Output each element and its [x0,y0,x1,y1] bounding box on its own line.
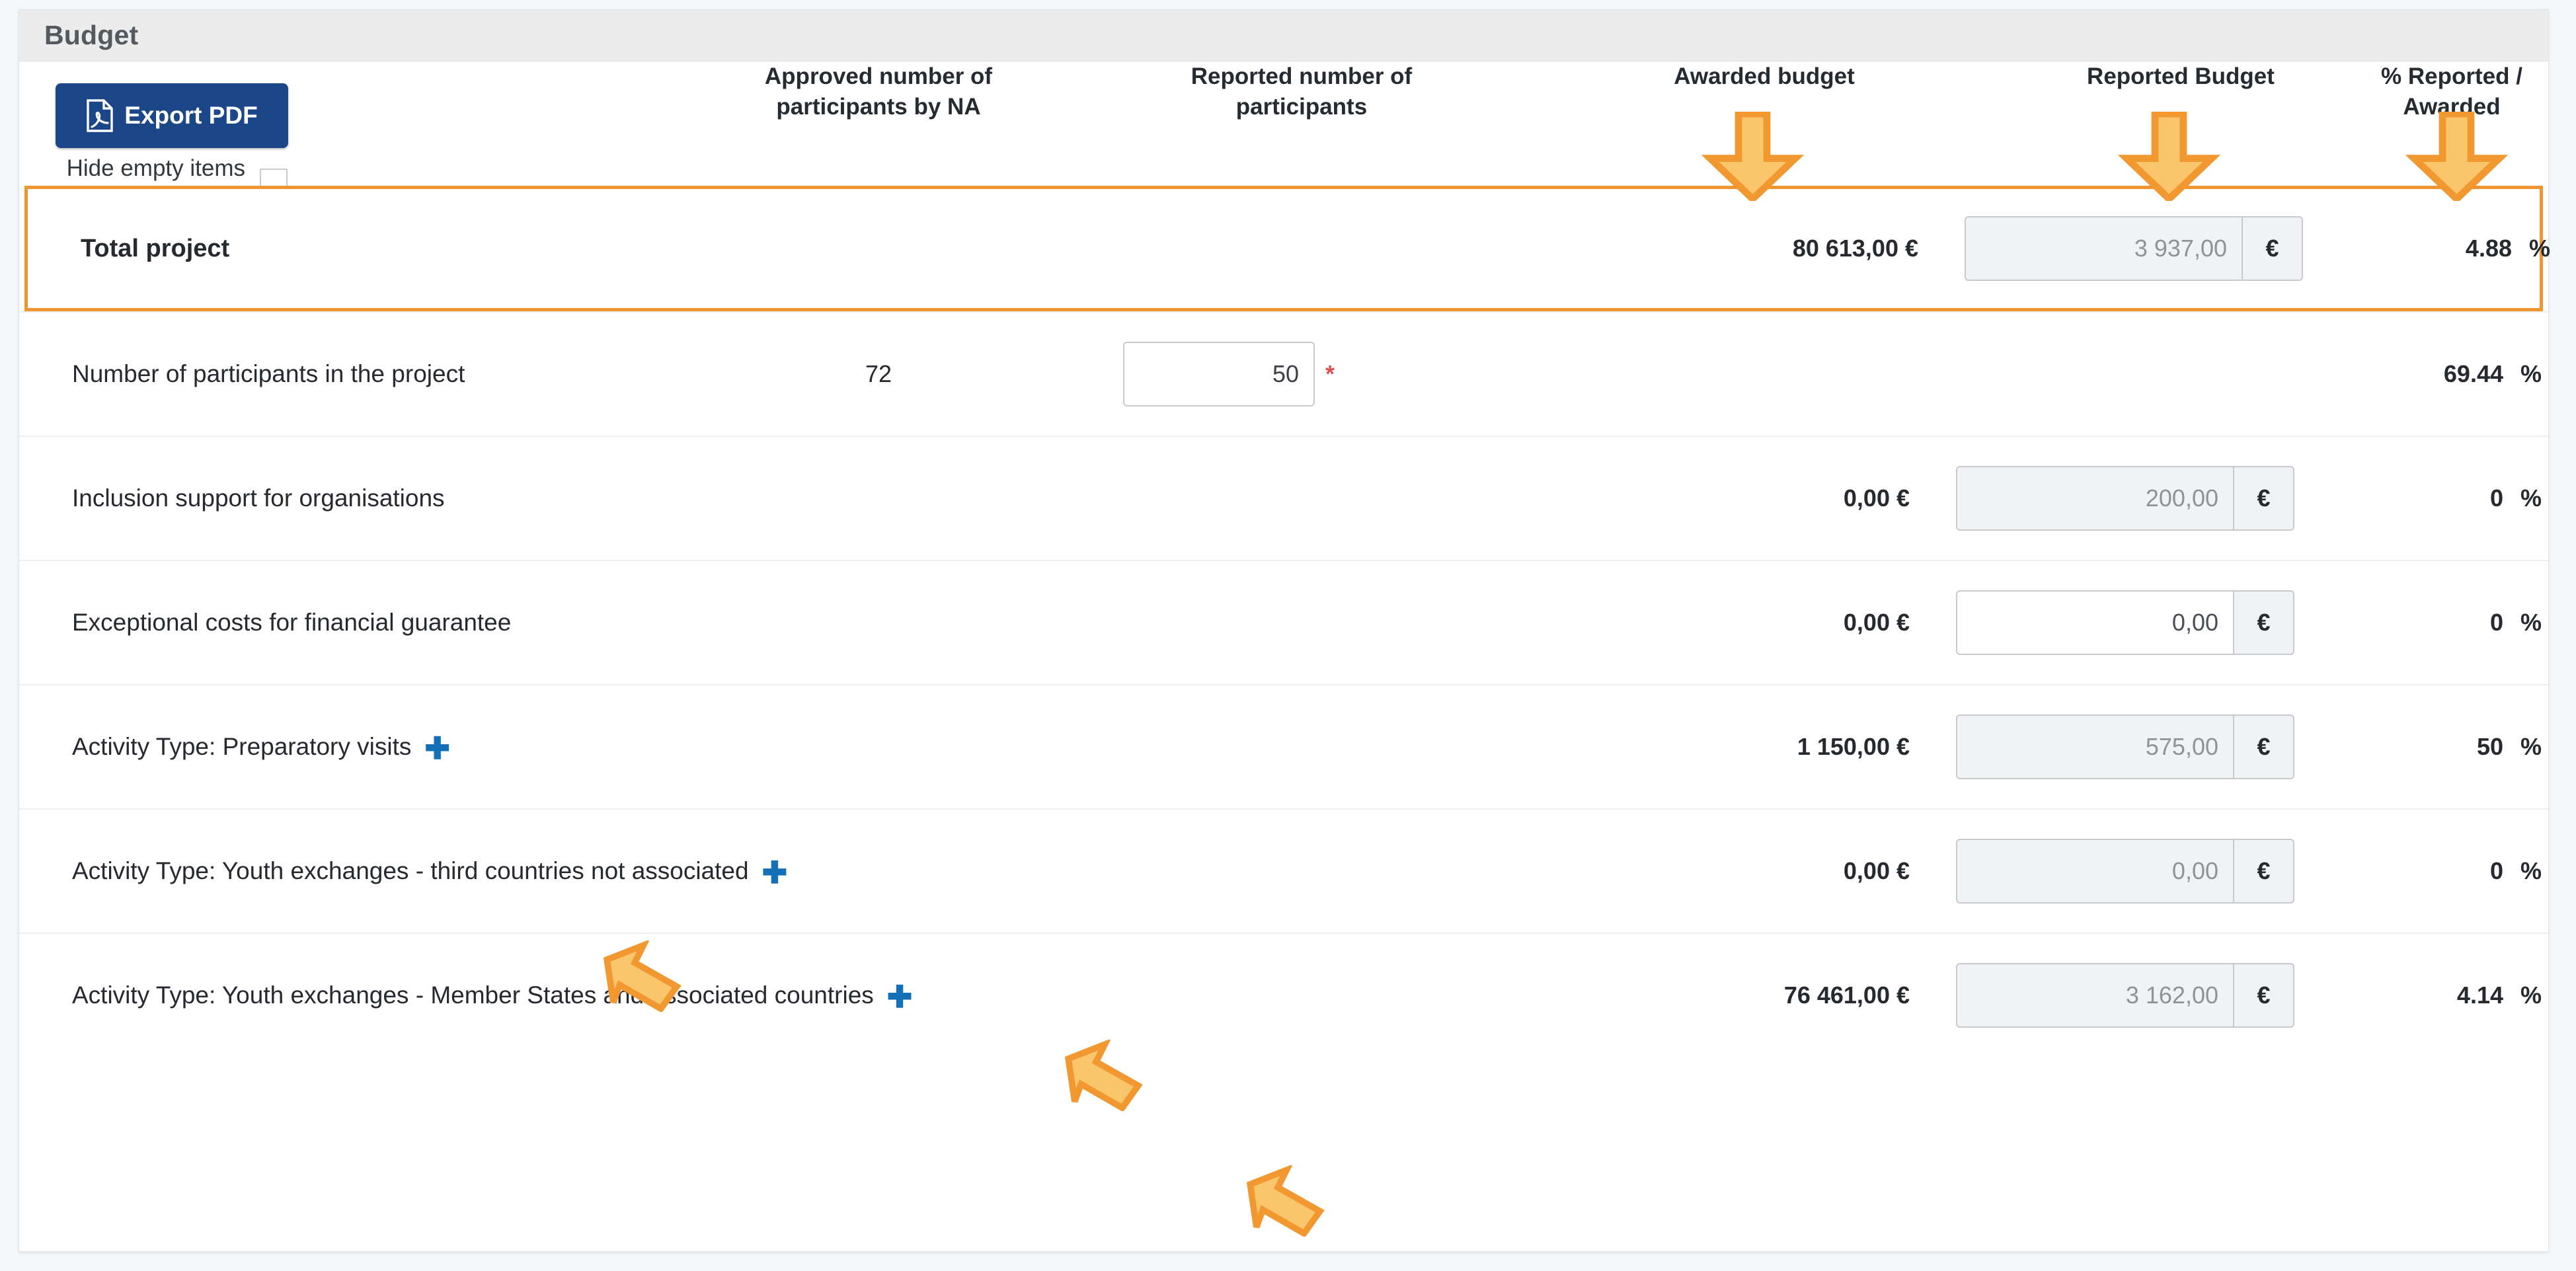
percent-sign: % [2520,857,2542,884]
row-label-text: Exceptional costs for financial guarante… [72,609,512,636]
reported-budget-input[interactable] [1965,216,2242,281]
reported-budget-input[interactable] [1956,714,2234,779]
reported-budget-input[interactable] [1956,466,2234,531]
percent-sign: % [2529,235,2551,262]
pct-value: 0 [2489,484,2503,512]
percent-sign: % [2520,982,2542,1009]
row-label-text: Inclusion support for organisations [72,484,445,512]
cell-awarded-budget: 0,00 € [1843,609,1910,636]
page-title: Budget [44,20,139,50]
pct-value: 0 [2489,857,2503,884]
row-label-text: Activity Type: Preparatory visits [72,733,412,760]
cell-pct-reported-awarded: 4.88% [2341,235,2559,262]
column-header-reported-participants: Reported number of participants [1190,63,1413,120]
cell-reported-budget: € [1956,839,2326,904]
cell-reported-budget: € [1956,963,2326,1028]
euro-currency-addon: € [2234,590,2294,655]
cell-awarded-budget: 0,00 € [1843,484,1910,512]
cell-approved-participants: 72 [865,360,892,387]
reported-budget-input[interactable] [1956,590,2234,655]
cell-awarded-budget: 80 613,00 € [1792,235,1918,262]
table-row: Inclusion support for organisations 0,00 … [19,436,2548,560]
panel-header: Budget [19,10,2548,61]
euro-currency-addon: € [2234,714,2294,779]
column-header-pct-reported-awarded: % Reported / Awarded [2381,63,2522,120]
table-row: Number of participants in the project 72 *… [19,311,2548,436]
column-header-awarded-budget: Awarded budget [1674,63,1855,89]
row-label-text: Activity Type: Youth exchanges - third c… [72,857,749,884]
euro-currency-addon: € [2234,963,2294,1028]
cell-awarded-budget: 76 461,00 € [1783,982,1910,1009]
arrow-add-youth-member-states [1245,1164,1325,1240]
panel-body: Export PDF Hide empty items Approved num… [19,61,2550,1251]
percent-sign: % [2520,609,2542,636]
table-row: Total project 80 613,00 € €4.88% [24,186,2550,311]
add-row-plus-icon[interactable]: ✚ [887,982,913,1012]
export-pdf-button[interactable]: Export PDF [56,83,288,148]
percent-sign: % [2520,360,2542,387]
row-label: Number of participants in the project [72,360,465,388]
cell-reported-participants: * [1123,342,1493,406]
cell-awarded-budget: 0,00 € [1843,857,1910,884]
row-label: Activity Type: Preparatory visits ✚ [72,732,450,763]
pdf-file-icon [87,99,113,132]
pct-value: 50 [2476,733,2503,760]
row-label-text: Activity Type: Youth exchanges - Member … [72,982,874,1009]
reported-budget-input-group: € [1956,714,2313,779]
euro-currency-addon: € [2242,216,2303,281]
cell-awarded-budget: 1 150,00 € [1797,733,1910,760]
reported-budget-input-group: € [1956,590,2313,655]
export-pdf-label: Export PDF [124,102,258,129]
percent-sign: % [2520,733,2542,760]
table-row: Activity Type: Youth exchanges - Member … [19,933,2548,1057]
required-marker: * [1325,360,1335,387]
add-row-plus-icon[interactable]: ✚ [762,857,788,888]
row-label: Exceptional costs for financial guarante… [72,609,511,636]
budget-rows: Total project80 613,00 €€4.88%Number of … [19,186,2550,1057]
reported-budget-input[interactable] [1956,963,2234,1028]
row-label: Inclusion support for organisations [72,484,445,512]
budget-panel: Budget Export PDF Hide empty items Appro… [19,9,2550,1252]
pct-value: 0 [2489,609,2503,636]
cell-pct-reported-awarded: 0% [2333,484,2551,512]
cell-pct-reported-awarded: 50% [2333,733,2551,761]
column-header-approved-participants: Approved number of participants by NA [764,63,993,120]
pct-value: 4.88 [2465,235,2512,262]
row-label-text: Number of participants in the project [72,360,465,387]
row-label: Total project [81,235,229,263]
cell-reported-budget: € [1956,590,2326,655]
row-label-text: Total project [81,234,230,262]
table-row: Activity Type: Preparatory visits ✚ 1 150,… [19,684,2548,808]
add-row-plus-icon[interactable]: ✚ [424,733,450,763]
table-row: Exceptional costs for financial guarante… [19,560,2548,684]
cell-pct-reported-awarded: 0% [2333,857,2551,885]
reported-budget-input-group: € [1965,216,2322,281]
column-header-reported-budget: Reported Budget [2087,63,2275,89]
euro-currency-addon: € [2234,839,2294,904]
reported-budget-input-group: € [1956,839,2313,904]
reported-budget-input-group: € [1956,466,2313,531]
cell-pct-reported-awarded: 0% [2333,609,2551,636]
cell-reported-budget: € [1956,466,2326,531]
reported-participants-input[interactable] [1123,342,1315,406]
cell-pct-reported-awarded: 69.44% [2333,360,2551,388]
reported-budget-input-group: € [1956,963,2313,1028]
cell-pct-reported-awarded: 4.14% [2333,982,2551,1009]
table-row: Activity Type: Youth exchanges - third c… [19,808,2548,933]
cell-reported-budget: € [1965,216,2335,281]
cell-reported-budget: € [1956,714,2326,779]
pct-value: 69.44 [2443,360,2503,387]
euro-currency-addon: € [2234,466,2294,531]
reported-budget-input[interactable] [1956,839,2234,904]
percent-sign: % [2520,484,2542,512]
row-label: Activity Type: Youth exchanges - third c… [72,856,788,888]
hide-empty-items-label: Hide empty items [66,155,245,181]
table-header-row: Export PDF Hide empty items Approved num… [19,61,2548,196]
row-label: Activity Type: Youth exchanges - Member … [72,980,913,1012]
pct-value: 4.14 [2456,982,2503,1009]
